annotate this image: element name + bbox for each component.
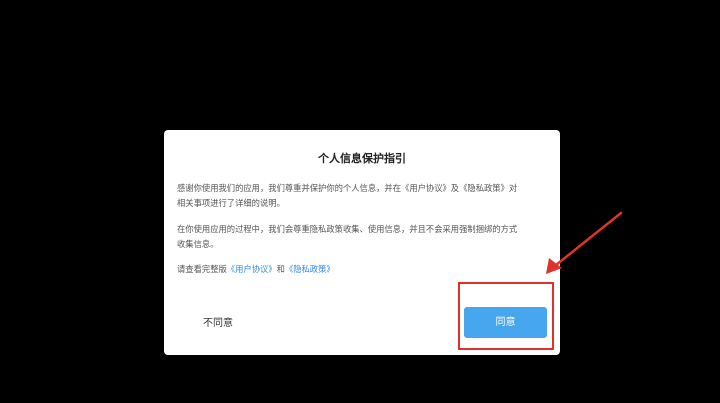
dialog-paragraph-usage: 在你使用应用的过程中，我们会尊重隐私政策收集、使用信息，并且不会采用强制捆绑的方…	[177, 224, 518, 249]
links-and: 和	[276, 264, 285, 274]
privacy-policy-link[interactable]: 《隐私政策》	[285, 264, 335, 274]
links-prefix: 请查看完整版	[177, 264, 227, 274]
screen: 个人信息保护指引 感谢你使用我们的应用，我们尊重并保护你的个人信息，并在《用户协…	[0, 0, 720, 403]
user-agreement-link[interactable]: 《用户协议》	[227, 264, 277, 274]
dialog-title: 个人信息保护指引	[318, 152, 406, 165]
decline-button[interactable]: 不同意	[190, 314, 246, 334]
dialog-paragraph-links: 请查看完整版《用户协议》和《隐私政策》	[177, 262, 521, 277]
dialog-paragraph-intro: 感谢你使用我们的应用，我们尊重并保护你的个人信息，并在《用户协议》及《隐私政策》…	[177, 183, 518, 208]
highlight-box	[458, 282, 554, 350]
